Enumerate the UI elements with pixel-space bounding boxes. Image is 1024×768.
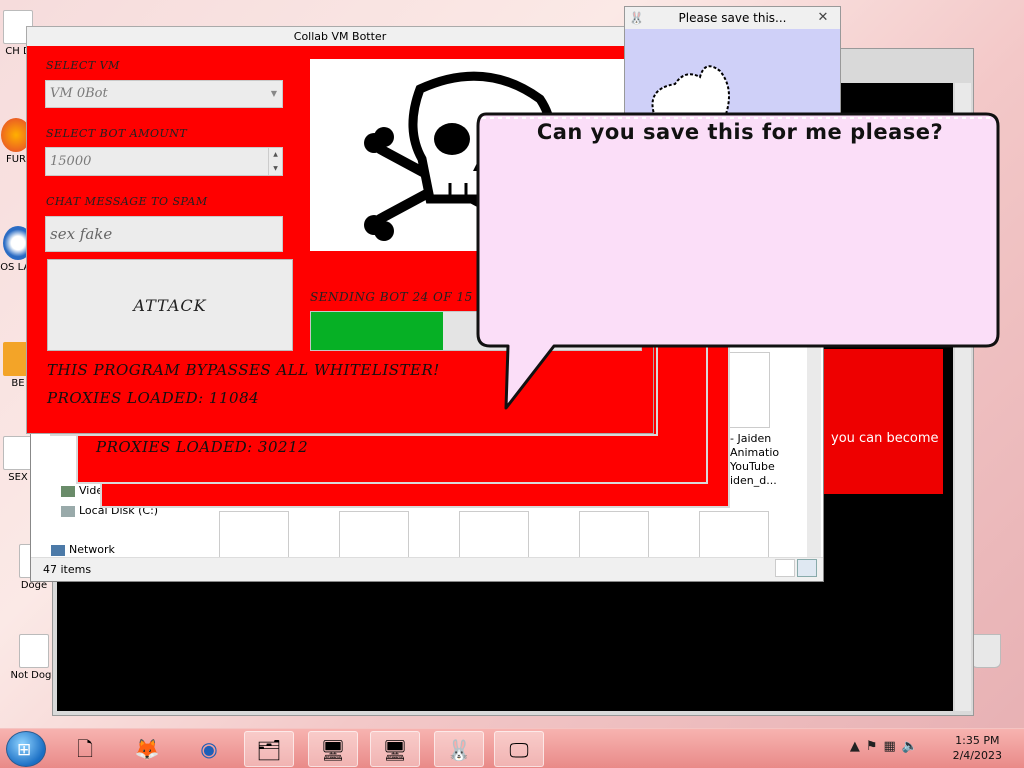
sending-status: SENDING BOT 24 OF 15 [310, 290, 473, 304]
stepper-up-icon[interactable]: ▲ [269, 148, 282, 162]
taskbar-file-button[interactable]: 🗋 [60, 731, 110, 767]
tree-item-videos[interactable]: Vide [61, 484, 103, 497]
taskbar-firefox-button[interactable]: 🦊 [122, 731, 172, 767]
firefox-icon: 🦊 [134, 737, 160, 761]
document-icon [19, 634, 49, 668]
file-thumbnail[interactable] [579, 511, 649, 557]
taskbar-explorer-button[interactable]: 🗂 [244, 731, 294, 767]
chat-message-input[interactable]: sex fake [45, 216, 283, 252]
select-vm-label: SELECT VM [46, 59, 120, 72]
taskbar-bunny-button[interactable]: 🐰 [434, 731, 484, 767]
taskbar-setup-button[interactable]: 🖥 [308, 731, 358, 767]
file-icon: 🗋 [76, 737, 94, 761]
video-folder-icon [61, 485, 75, 497]
proxies-loaded-text: PROXIES LOADED: 11084 [47, 389, 260, 407]
attack-button[interactable]: ATTACK [47, 259, 293, 351]
bunny-icon: 🐰 [446, 738, 472, 762]
please-save-window[interactable]: 🐰 Please save this... ✕ [624, 6, 841, 117]
bypass-text: THIS PROGRAM BYPASSES ALL WHITELISTER! [47, 361, 440, 379]
file-thumbnail[interactable] [699, 511, 769, 557]
flag-icon[interactable]: ⚑ [866, 739, 884, 754]
system-tray[interactable]: ▲⚑▦🔈 [850, 739, 924, 754]
show-hidden-icon[interactable]: ▲ [850, 739, 866, 754]
select-vm-dropdown[interactable]: VM 0Bot ▼ [45, 80, 283, 108]
file-caption: - Jaiden Animatio YouTube iden_d... [730, 432, 780, 487]
chat-message-label: CHAT MESSAGE TO SPAM [46, 195, 208, 208]
speech-bubble [476, 112, 1000, 410]
item-count: 47 items [43, 563, 92, 576]
taskbar-screen-button[interactable]: 🖵 [494, 731, 544, 767]
stepper-down-icon[interactable]: ▼ [269, 162, 282, 176]
file-thumbnail[interactable] [219, 511, 289, 557]
close-icon[interactable]: ✕ [812, 9, 834, 26]
clock-date: 2/4/2023 [952, 749, 1002, 762]
chevron-down-icon: ▼ [270, 89, 277, 98]
window-title: Collab VM Botter [27, 27, 653, 46]
edge-icon: ◉ [200, 737, 218, 761]
folder-icon: 🗂 [256, 738, 282, 762]
windows-logo-icon: ⊞ [17, 740, 32, 760]
proxies-loaded-text: PROXIES LOADED: 30212 [96, 438, 309, 456]
screen-icon: 🖵 [509, 738, 529, 762]
partial-text: you can become [831, 431, 939, 446]
network-icon [51, 544, 65, 556]
save-window-title: Please save this... [678, 11, 787, 25]
taskbar-edge-button[interactable]: ◉ [184, 731, 234, 767]
bubble-message: Can you save this for me please? [536, 120, 944, 144]
recycle-bin-icon [971, 634, 1001, 668]
status-bar: 47 items [31, 557, 823, 581]
network-icon[interactable]: ▦ [884, 739, 902, 754]
save-window-titlebar[interactable]: 🐰 Please save this... ✕ [625, 7, 840, 29]
disk-icon [61, 505, 75, 517]
taskbar: ⊞ 🗋 🦊 ◉ 🗂 🖥 🖥 🐰 🖵 ▲⚑▦🔈 1:35 PM 2/4/2023 [0, 728, 1024, 768]
start-button[interactable]: ⊞ [6, 731, 46, 767]
bunny-character [651, 65, 730, 117]
tree-item-network[interactable]: Network [51, 543, 115, 556]
volume-icon[interactable]: 🔈 [902, 739, 924, 754]
file-thumbnail[interactable] [339, 511, 409, 557]
clock-time: 1:35 PM [955, 734, 1000, 747]
bot-amount-label: SELECT BOT AMOUNT [46, 127, 188, 140]
bot-amount-stepper[interactable]: 15000 ▲ ▼ [45, 147, 283, 176]
clock[interactable]: 1:35 PM 2/4/2023 [953, 733, 1002, 763]
large-icons-view-button[interactable] [797, 559, 817, 577]
taskbar-setup2-button[interactable]: 🖥 [370, 731, 420, 767]
document-icon [3, 436, 33, 470]
stepper-arrows[interactable]: ▲ ▼ [268, 148, 282, 175]
progress-fill [311, 312, 443, 350]
bunny-icon: 🐰 [629, 11, 644, 25]
details-view-button[interactable] [775, 559, 795, 577]
setup-icon: 🖥 [382, 738, 408, 762]
setup-icon: 🖥 [320, 738, 346, 762]
file-thumbnail[interactable] [459, 511, 529, 557]
